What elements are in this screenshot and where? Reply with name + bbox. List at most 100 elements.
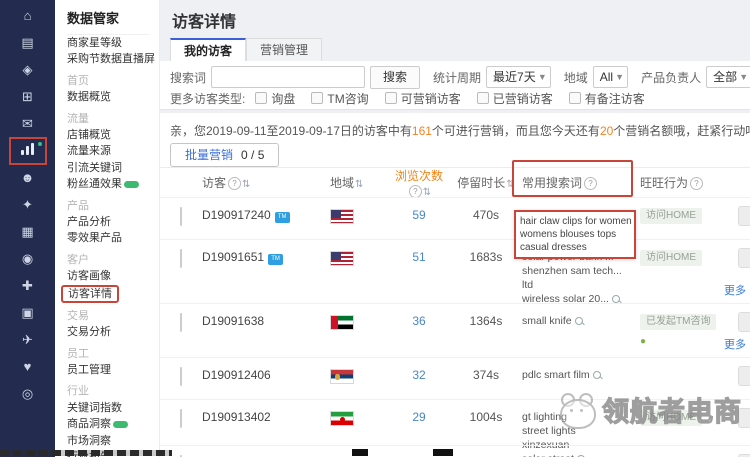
action-button-cutoff[interactable] — [738, 366, 750, 386]
sidebar-item-zero-effect-product[interactable]: 零效果产品 — [67, 230, 159, 246]
table-row: D190913272 27 1313s spot led solar light — [160, 445, 750, 457]
views-link[interactable]: 51 — [412, 250, 425, 264]
tab-marketing-management[interactable]: 营销管理 — [246, 38, 322, 63]
sidebar-item-visitor-details[interactable]: 访客详情 — [67, 285, 159, 303]
checkbox-noted[interactable]: 有备注访客 — [569, 90, 645, 107]
duration-value: 470s — [450, 198, 522, 222]
cutoff-text-smudge — [0, 450, 172, 456]
batch-marketing-button[interactable]: 批量营销0 / 5 — [170, 143, 279, 167]
table-row: D19091638 36 1364s small knife 已发起TM咨询● … — [160, 303, 750, 357]
sidebar-section-industry: 行业 — [67, 383, 159, 399]
box-icon[interactable]: ▦ — [15, 224, 41, 240]
sidebar-item-visitor-profile[interactable]: 访客画像 — [67, 268, 159, 284]
period-select[interactable]: 最近7天▼ — [486, 66, 551, 88]
sidebar-item-merchant-star[interactable]: 商家星等级 — [67, 35, 159, 51]
wangwang-badge: 访问HOME — [640, 410, 702, 426]
views-link[interactable]: 32 — [412, 368, 425, 382]
redaction-mark — [433, 449, 453, 456]
period-label: 统计周期 — [433, 69, 481, 86]
region-select[interactable]: All▼ — [593, 66, 628, 88]
views-link[interactable]: 59 — [412, 208, 425, 222]
info-icon[interactable]: ? — [690, 177, 703, 190]
checkbox-marketed[interactable]: 已营销访客 — [477, 90, 553, 107]
views-link[interactable]: 29 — [412, 410, 425, 424]
search-button[interactable]: 搜索 — [370, 66, 420, 89]
sidebar-item-keyword-index[interactable]: 关键词指数 — [67, 400, 159, 416]
sidebar-item-procurement-live[interactable]: 采购节数据直播屏 — [67, 51, 159, 67]
search-keyword-icon[interactable] — [612, 295, 620, 303]
store-icon[interactable]: ▤ — [15, 35, 41, 51]
more-link[interactable]: 更多 — [724, 336, 746, 352]
sidebar-item-product-analysis[interactable]: 产品分析 — [67, 214, 159, 230]
col-header-duration[interactable]: 停留时长⇅ — [450, 174, 522, 191]
views-link[interactable]: 36 — [412, 314, 425, 328]
message-icon[interactable]: ✉ — [15, 116, 41, 132]
briefcase-icon[interactable]: ▣ — [15, 305, 41, 321]
more-link[interactable]: 更多 — [724, 282, 746, 298]
visitor-type-label: 更多访客类型: — [170, 90, 245, 107]
globe-icon[interactable]: ◉ — [15, 251, 41, 267]
row-checkbox[interactable] — [180, 207, 182, 226]
sort-icon[interactable]: ⇅ — [506, 179, 514, 190]
keyword-text: shenzhen sam tech... — [522, 264, 640, 278]
col-header-region[interactable]: 地域⇅ — [330, 174, 388, 191]
sidebar-section-staff: 员工 — [67, 346, 159, 362]
action-button-cutoff[interactable] — [738, 206, 750, 226]
user-icon[interactable]: ☻ — [15, 170, 41, 186]
owner-select[interactable]: 全部▼ — [706, 66, 750, 88]
sidebar-item-data-overview[interactable]: 数据概览 — [67, 89, 159, 105]
sidebar-item-staff-management[interactable]: 员工管理 — [67, 362, 159, 378]
col-header-views[interactable]: 浏览次数?⇅ — [388, 167, 450, 198]
chart-icon[interactable] — [15, 143, 41, 159]
table-row: D190913402 29 1004s gt lighting street l… — [160, 399, 750, 445]
action-button-cutoff[interactable] — [738, 312, 750, 332]
keyword-text: street lights — [522, 424, 640, 438]
search-keyword-icon[interactable] — [593, 371, 601, 379]
sort-icon[interactable]: ⇅ — [423, 187, 431, 198]
chevron-down-icon: ▼ — [538, 67, 547, 87]
search-input[interactable] — [211, 66, 365, 88]
camera-icon[interactable]: ◎ — [15, 386, 41, 402]
wangwang-badge: 访问HOME — [640, 250, 702, 266]
apps-icon[interactable]: ⊞ — [15, 89, 41, 105]
favorite-icon[interactable]: ♥ — [15, 359, 41, 375]
sidebar-item-trade-analysis[interactable]: 交易分析 — [67, 324, 159, 340]
sidebar-item-goods-insight[interactable]: 商品洞察 — [67, 416, 159, 432]
send-icon[interactable]: ✈ — [15, 332, 41, 348]
product-icon[interactable]: ✚ — [15, 278, 41, 294]
sidebar-item-market-insight[interactable]: 市场洞察 — [67, 433, 159, 449]
sort-icon[interactable]: ⇅ — [355, 179, 363, 190]
sidebar-item-keywords[interactable]: 引流关键词 — [67, 160, 159, 176]
sidebar-item-fans-effect[interactable]: 粉丝通效果 — [67, 176, 159, 192]
share-icon[interactable]: ✦ — [15, 197, 41, 213]
sort-icon[interactable]: ⇅ — [242, 179, 250, 190]
info-icon[interactable]: ? — [584, 177, 597, 190]
country-flag — [330, 251, 354, 266]
sidebar-item-traffic-source[interactable]: 流量来源 — [67, 143, 159, 159]
col-header-visitor[interactable]: 访客?⇅ — [202, 174, 330, 191]
table-row: D190917240TM 59 470s hair claw clips f 访… — [160, 197, 750, 239]
sidebar-item-label: 商品洞察 — [67, 418, 111, 430]
sidebar-section-trade: 交易 — [67, 308, 159, 324]
visitor-id: D19091651 — [202, 250, 264, 264]
action-button-cutoff[interactable] — [738, 408, 750, 428]
sidebar-item-shop-overview[interactable]: 店铺概览 — [67, 127, 159, 143]
search-keyword-icon[interactable] — [575, 317, 583, 325]
tooltip-line: hair claw clips for women — [520, 215, 630, 228]
info-icon[interactable]: ? — [228, 177, 241, 190]
checkbox-tm-consult[interactable]: TM咨询 — [311, 90, 368, 107]
checkbox-inquiry[interactable]: 询盘 — [255, 90, 295, 107]
info-icon[interactable]: ? — [409, 185, 422, 198]
sidebar-section-customer: 客户 — [67, 252, 159, 268]
shield-icon[interactable]: ◈ — [15, 62, 41, 78]
checkbox-marketable[interactable]: 可营销访客 — [385, 90, 461, 107]
batch-count: 0 / 5 — [241, 148, 264, 162]
row-checkbox[interactable] — [180, 313, 182, 332]
row-checkbox[interactable] — [180, 367, 182, 386]
checkbox-icon — [569, 92, 581, 104]
row-checkbox[interactable] — [180, 249, 182, 268]
action-button-cutoff[interactable] — [738, 248, 750, 268]
home-icon[interactable]: ⌂ — [15, 8, 41, 24]
row-checkbox[interactable] — [180, 409, 182, 428]
checkbox-icon — [255, 92, 267, 104]
